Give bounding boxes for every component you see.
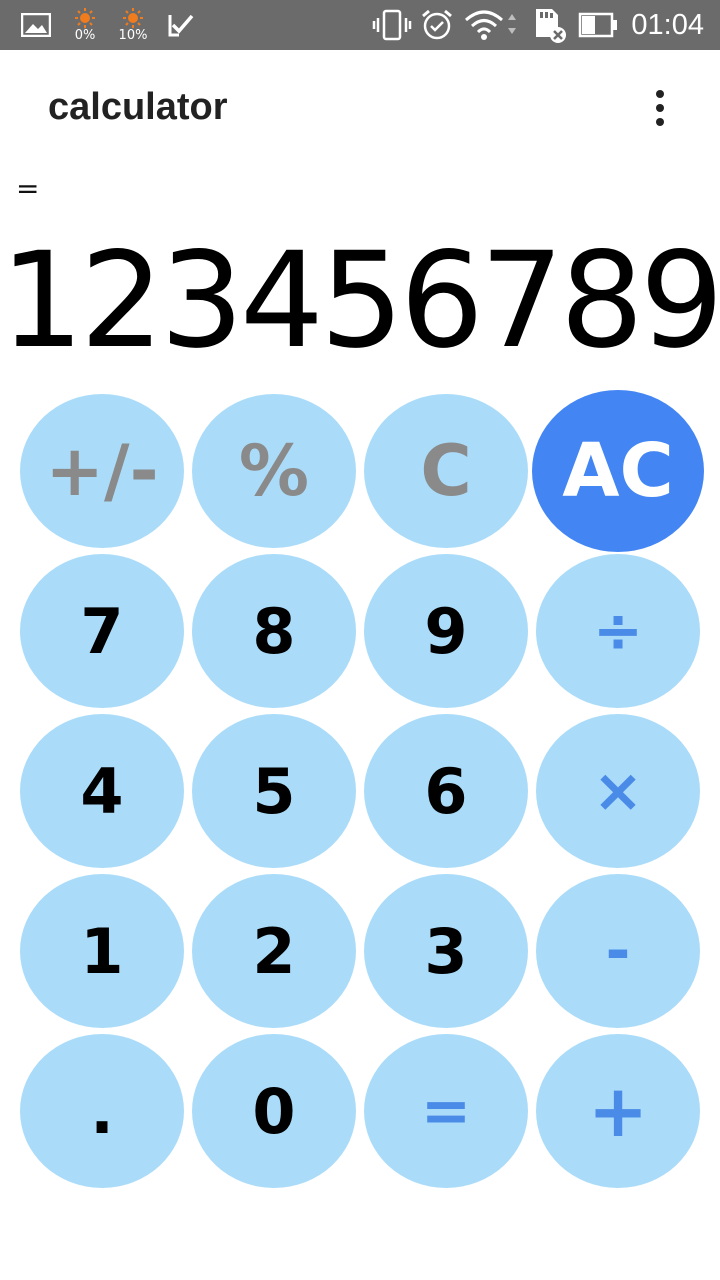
- digit-7-button[interactable]: 7: [20, 554, 184, 708]
- sd-card-off-icon: [530, 0, 568, 50]
- minus-button[interactable]: -: [536, 874, 700, 1028]
- expression-display: =: [16, 172, 40, 205]
- battery-saver-label-1: 0%: [74, 27, 96, 43]
- task-check-icon: [166, 0, 196, 50]
- gallery-icon: [20, 0, 52, 50]
- battery-icon: [578, 0, 618, 50]
- digit-2-button[interactable]: 2: [192, 874, 356, 1028]
- digit-3-button[interactable]: 3: [364, 874, 528, 1028]
- sun-icon: [123, 7, 143, 28]
- alarm-icon: [418, 0, 456, 50]
- digit-1-button[interactable]: 1: [20, 874, 184, 1028]
- digit-8-button[interactable]: 8: [192, 554, 356, 708]
- plus-button[interactable]: +: [536, 1034, 700, 1188]
- sun-icon: [75, 7, 95, 28]
- percent-button[interactable]: %: [192, 394, 356, 548]
- app-title: calculator: [48, 86, 228, 128]
- battery-saver-indicator-1: 0%: [68, 0, 102, 50]
- clear-button[interactable]: C: [364, 394, 528, 548]
- digit-0-button[interactable]: 0: [192, 1034, 356, 1188]
- multiply-button[interactable]: ×: [536, 714, 700, 868]
- clock: 01:04: [631, 8, 704, 41]
- battery-saver-label-2: 10%: [118, 27, 148, 43]
- more-options-button[interactable]: [636, 84, 684, 132]
- digit-6-button[interactable]: 6: [364, 714, 528, 868]
- decimal-point-button[interactable]: .: [20, 1034, 184, 1188]
- digit-9-button[interactable]: 9: [364, 554, 528, 708]
- more-vert-icon: [656, 90, 664, 98]
- all-clear-button[interactable]: AC: [532, 390, 704, 552]
- battery-saver-indicator-2: 10%: [114, 0, 152, 50]
- wifi-icon: [464, 0, 520, 50]
- divide-button[interactable]: ÷: [536, 554, 700, 708]
- plus-minus-button[interactable]: +/-: [20, 394, 184, 548]
- digit-5-button[interactable]: 5: [192, 714, 356, 868]
- result-display: 123456789: [0, 224, 720, 378]
- digit-4-button[interactable]: 4: [20, 714, 184, 868]
- equals-button[interactable]: =: [364, 1034, 528, 1188]
- status-bar: 0% 10% 01:04: [0, 0, 720, 50]
- app-bar: calculator: [0, 50, 720, 162]
- vibrate-icon: [372, 0, 412, 50]
